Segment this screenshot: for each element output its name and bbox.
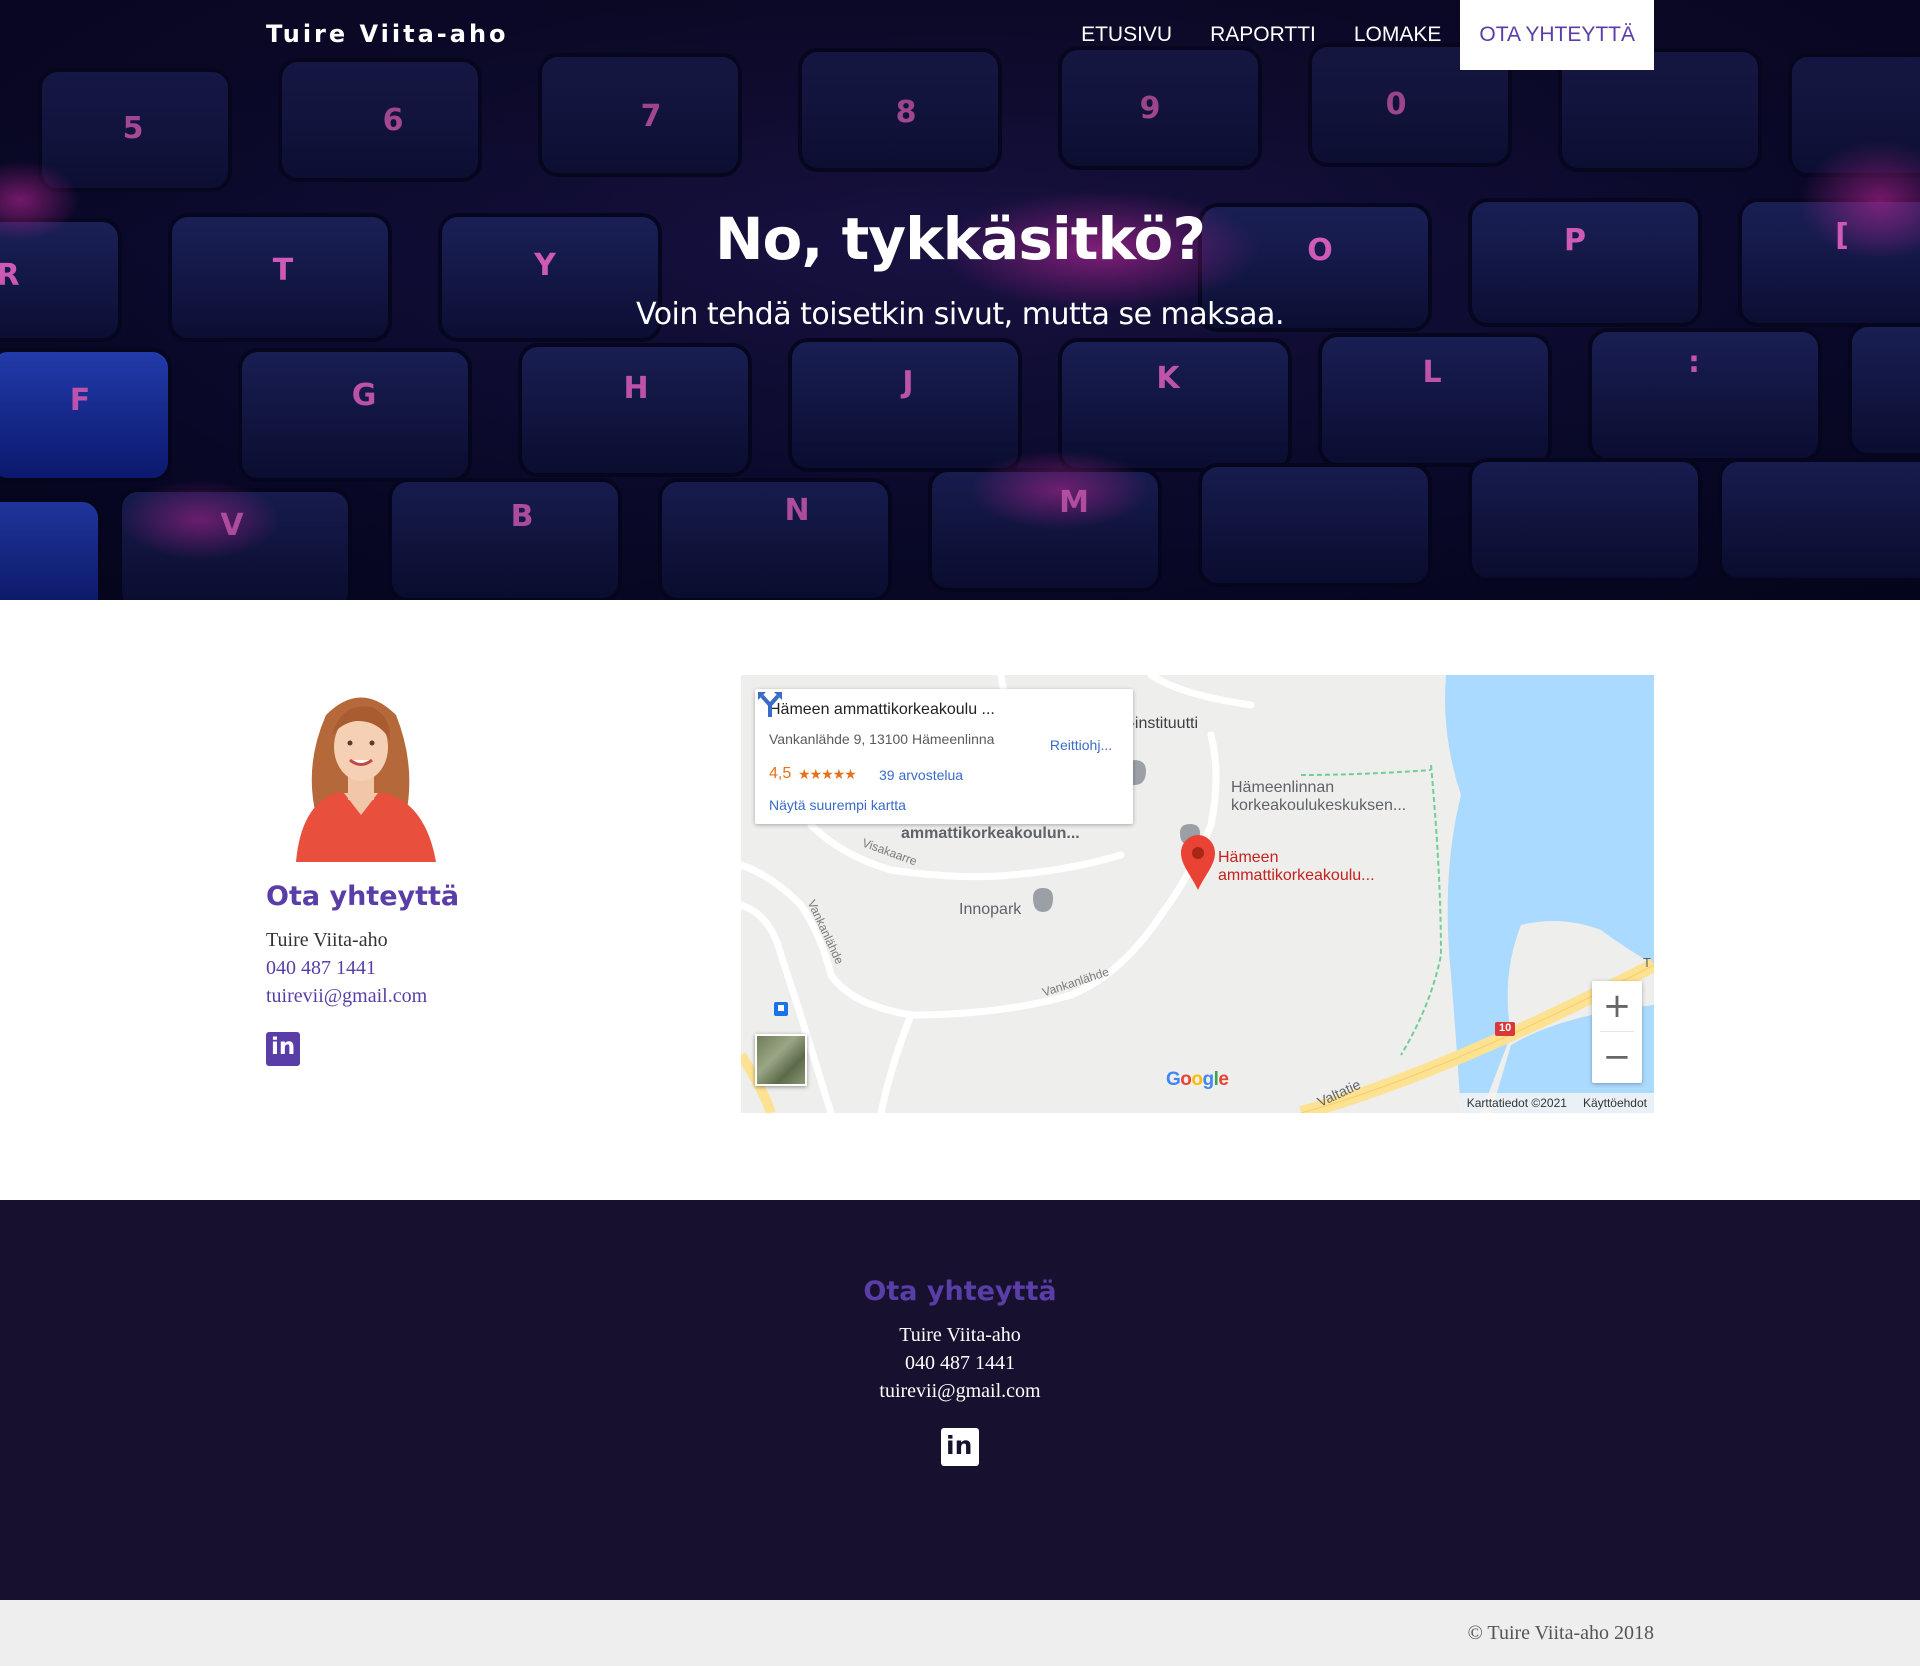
map-label-lukio-2: korkeakoulukeskuksen... (1231, 797, 1407, 814)
nav-item-raportti[interactable]: RAPORTTI (1191, 0, 1335, 70)
footer-email[interactable]: tuirevii@gmail.com (0, 1380, 1920, 1403)
satellite-toggle-thumbnail[interactable] (755, 1034, 807, 1086)
nav-item-lomake[interactable]: LOMAKE (1335, 0, 1461, 70)
hero-title: No, tykkäsitkö? (714, 205, 1206, 273)
map-label-innopark: Innopark (959, 901, 1022, 918)
directions-icon[interactable] (755, 689, 785, 719)
place-address: Vankanlähde 9, 13100 Hämeenlinna (769, 731, 995, 747)
zoom-in-button[interactable]: + (1592, 981, 1642, 1032)
map-label-hamk-1: Hämeen (1218, 849, 1279, 866)
copyright-text: © Tuire Viita-aho 2018 (1467, 1622, 1654, 1644)
nav-item-etusivu[interactable]: ETUSIVU (1062, 0, 1191, 70)
map-label-institute: i-instituutti (1126, 715, 1199, 732)
map-terms-link[interactable]: Käyttöehdot (1583, 1093, 1647, 1113)
map-label-lukio-1: Hämeenlinnan (1231, 779, 1335, 796)
rating-stars-icon: ★★★★★ (798, 766, 857, 782)
map-road-number: 10 (1499, 1022, 1512, 1034)
directions-link[interactable]: Reittiohj... (1041, 737, 1121, 753)
footer-linkedin-icon[interactable]: in (941, 1428, 979, 1466)
map-zoom-controls: + − (1592, 981, 1642, 1083)
site-footer: Ota yhteyttä Tuire Viita-aho 040 487 144… (0, 1200, 1920, 1600)
google-logo-letter: g (1202, 1069, 1215, 1090)
footer-contact-title: Ota yhteyttä (863, 1276, 1057, 1307)
google-map[interactable]: i-instituutti Hämeenlinnan korkeakouluke… (741, 675, 1654, 1113)
google-logo-letter: e (1218, 1069, 1229, 1090)
hero-subtitle: Voin tehdä toisetkin sivut, mutta se mak… (636, 297, 1284, 332)
nav-item-ota-yhteytta[interactable]: OTA YHTEYTTÄ (1460, 0, 1654, 70)
footer-phone[interactable]: 040 487 1441 (0, 1352, 1920, 1375)
contact-name: Tuire Viita-aho (266, 929, 388, 951)
google-logo: Google (1166, 1069, 1229, 1091)
map-data-attribution[interactable]: Karttatiedot ©2021 (1467, 1093, 1567, 1113)
place-title: Hämeen ammattikorkeakoulu ... (769, 701, 995, 718)
google-logo-letter: o (1180, 1069, 1192, 1090)
google-logo-letter: o (1191, 1069, 1203, 1090)
place-reviews-link[interactable]: 39 arvostelua (879, 767, 963, 783)
contact-email-link[interactable]: tuirevii@gmail.com (266, 985, 427, 1008)
profile-photo (266, 675, 453, 862)
main-nav: ETUSIVU RAPORTTI LOMAKE OTA YHTEYTTÄ (1062, 0, 1654, 70)
profile-portrait-image (266, 675, 453, 862)
contact-title: Ota yhteyttä (266, 881, 460, 912)
bigger-map-link[interactable]: Näytä suurempi kartta (769, 797, 906, 813)
linkedin-icon[interactable]: in (266, 1032, 300, 1066)
place-rating: 4,5 (769, 765, 792, 782)
map-label-amk-building: ammattikorkeakoulun... (901, 825, 1080, 842)
map-attribution: Karttatiedot ©2021 Käyttöehdot (1459, 1093, 1654, 1113)
map-road-t: T (1643, 955, 1651, 970)
copyright-bar: © Tuire Viita-aho 2018 (0, 1600, 1920, 1666)
navbar: Tuire Viita-aho ETUSIVU RAPORTTI LOMAKE … (0, 0, 1920, 70)
map-label-hamk-2: ammattikorkeakoulu... (1218, 867, 1375, 884)
hero-banner: 5 6 7 8 9 0 R T Y O P [ F G H J K L : V … (0, 0, 1920, 600)
site-brand[interactable]: Tuire Viita-aho (266, 20, 509, 48)
map-place-card: Hämeen ammattikorkeakoulu ... Vankanlähd… (755, 689, 1133, 824)
contact-phone-link[interactable]: 040 487 1441 (266, 957, 376, 980)
google-logo-letter: G (1166, 1069, 1181, 1090)
zoom-out-button[interactable]: − (1592, 1032, 1642, 1083)
footer-name: Tuire Viita-aho (899, 1324, 1021, 1346)
